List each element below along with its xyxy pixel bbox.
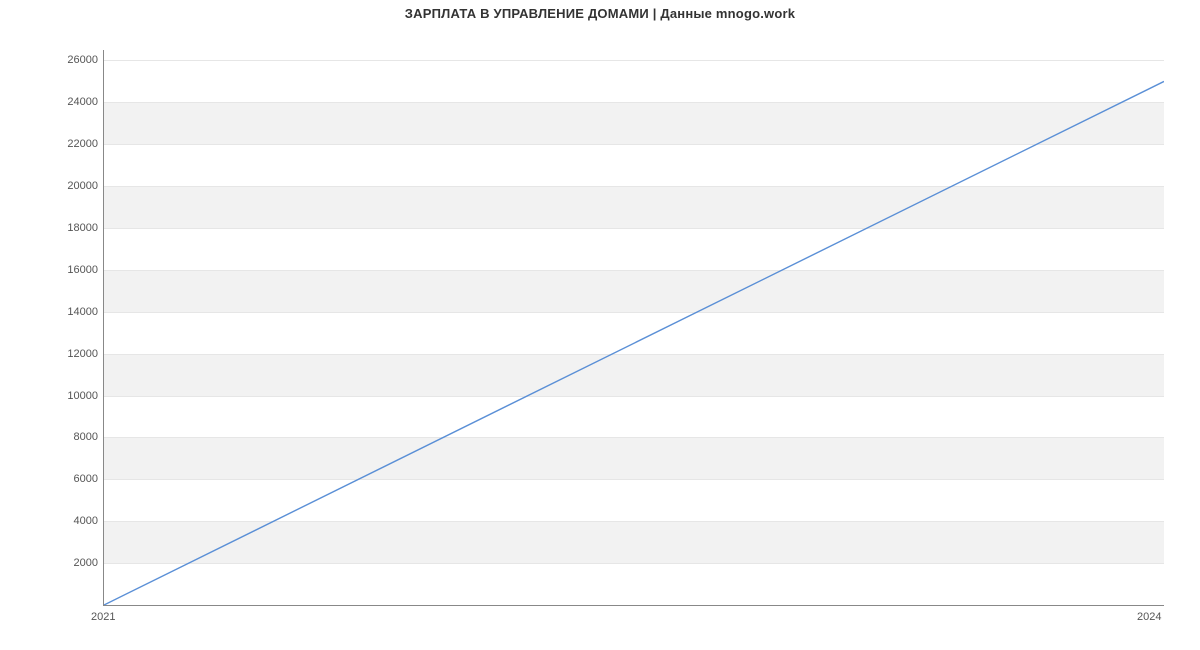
y-tick-label: 4000 [74,515,98,527]
y-tick-label: 20000 [67,180,98,192]
chart-title: ЗАРПЛАТА В УПРАВЛЕНИЕ ДОМАМИ | Данные mn… [0,6,1200,21]
y-tick-label: 14000 [67,306,98,318]
y-tick-label: 24000 [67,96,98,108]
chart-container: ЗАРПЛАТА В УПРАВЛЕНИЕ ДОМАМИ | Данные mn… [0,0,1200,650]
line-layer [104,50,1164,605]
y-tick-label: 22000 [67,138,98,150]
y-tick-label: 12000 [67,348,98,360]
y-tick-label: 10000 [67,390,98,402]
y-tick-label: 16000 [67,264,98,276]
x-tick-label: 2024 [1137,611,1161,623]
series-line [104,81,1164,605]
y-tick-label: 26000 [67,54,98,66]
plot-area [103,50,1164,606]
x-tick-label: 2021 [91,611,115,623]
y-tick-label: 8000 [74,431,98,443]
y-tick-label: 6000 [74,473,98,485]
y-tick-label: 18000 [67,222,98,234]
y-tick-label: 2000 [74,557,98,569]
